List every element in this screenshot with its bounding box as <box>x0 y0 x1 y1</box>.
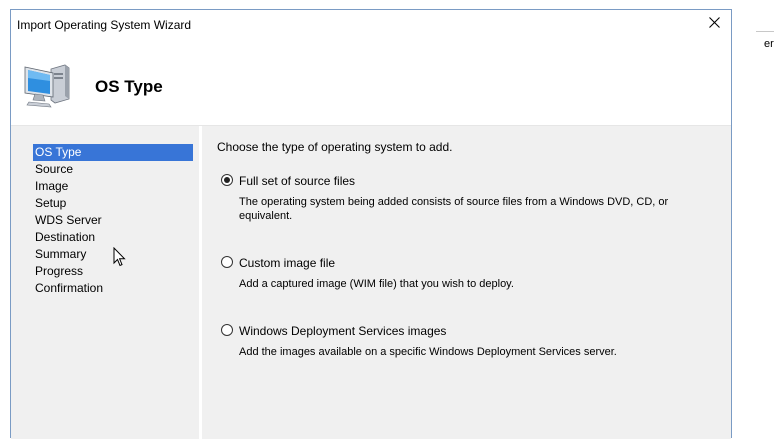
background-divider-line <box>756 31 774 32</box>
step-wds-server[interactable]: WDS Server <box>33 212 193 229</box>
page-title: OS Type <box>95 77 163 96</box>
step-destination[interactable]: Destination <box>33 229 193 246</box>
title-bar[interactable]: Import Operating System Wizard <box>11 10 731 39</box>
wds-images-radio[interactable] <box>221 324 233 336</box>
wizard-body: OS Type Source Image Setup WDS Server De… <box>11 126 731 439</box>
computer-icon <box>21 59 73 111</box>
import-os-wizard-dialog: Import Operating System Wizard OS Type O… <box>10 9 732 439</box>
background-window-text: er <box>764 38 774 50</box>
step-image[interactable]: Image <box>33 178 193 195</box>
wds-images-label[interactable]: Windows Deployment Services images <box>239 324 717 338</box>
custom-image-description: Add a captured image (WIM file) that you… <box>239 278 514 290</box>
step-setup[interactable]: Setup <box>33 195 193 212</box>
mouse-pointer-icon <box>113 246 127 267</box>
step-os-type[interactable]: OS Type <box>33 144 193 161</box>
option-full-source[interactable]: Full set of source files The operating s… <box>217 174 717 223</box>
full-source-description: The operating system being added consist… <box>239 196 669 222</box>
option-custom-image[interactable]: Custom image file Add a captured image (… <box>217 256 717 291</box>
full-source-label[interactable]: Full set of source files <box>239 174 717 188</box>
custom-image-radio[interactable] <box>221 256 233 268</box>
close-button[interactable] <box>701 12 727 36</box>
pane-divider <box>199 126 202 439</box>
wizard-content: Choose the type of operating system to a… <box>217 140 717 392</box>
window-title: Import Operating System Wizard <box>17 18 192 32</box>
full-source-radio[interactable] <box>221 174 233 186</box>
close-icon <box>708 17 720 31</box>
wizard-steps-pane: OS Type Source Image Setup WDS Server De… <box>11 126 199 439</box>
wds-images-description: Add the images available on a specific W… <box>239 346 617 358</box>
step-confirmation[interactable]: Confirmation <box>33 280 193 297</box>
instruction-text: Choose the type of operating system to a… <box>217 140 453 154</box>
wizard-header: OS Type <box>11 39 731 125</box>
custom-image-label[interactable]: Custom image file <box>239 256 717 270</box>
step-source[interactable]: Source <box>33 161 193 178</box>
option-wds-images[interactable]: Windows Deployment Services images Add t… <box>217 324 717 359</box>
wizard-steps-list: OS Type Source Image Setup WDS Server De… <box>33 144 193 297</box>
